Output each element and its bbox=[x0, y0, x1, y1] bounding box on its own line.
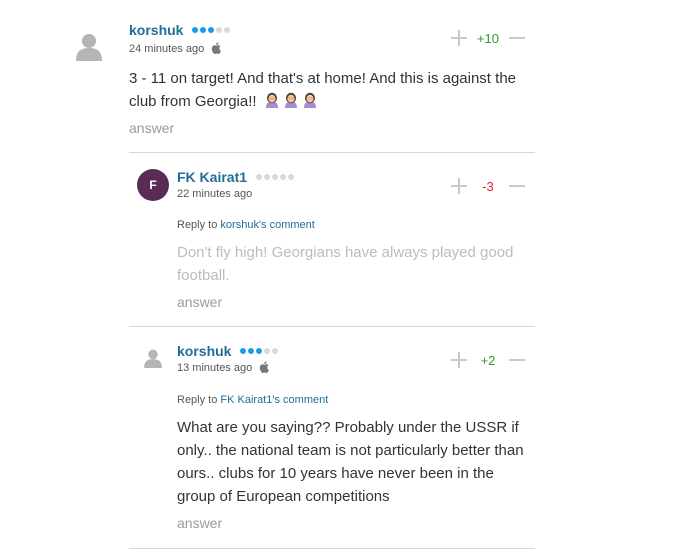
woman-facepalming-emoji-icon bbox=[284, 92, 297, 108]
upvote-button[interactable] bbox=[451, 352, 467, 368]
username-text[interactable]: korshuk bbox=[177, 343, 231, 359]
upvote-button[interactable] bbox=[451, 30, 467, 46]
username-link[interactable]: FK Kairat1 bbox=[177, 169, 294, 185]
divider bbox=[129, 326, 535, 327]
avatar-placeholder-icon[interactable] bbox=[144, 349, 162, 368]
upvote-button[interactable] bbox=[451, 178, 467, 194]
answer-link[interactable]: answer bbox=[177, 294, 222, 310]
user-rank-dots bbox=[192, 27, 231, 34]
vote-controls: -3 bbox=[451, 176, 525, 196]
answer-link[interactable]: answer bbox=[129, 120, 174, 136]
reply-to-line: Reply to korshuk's comment bbox=[177, 219, 315, 231]
reply-to-link[interactable]: korshuk's comment bbox=[220, 219, 314, 231]
avatar[interactable]: F bbox=[137, 169, 169, 201]
comment-body: 3 - 11 on target! And that's at home! An… bbox=[129, 70, 516, 110]
vote-score: +2 bbox=[480, 352, 496, 368]
apple-icon bbox=[212, 42, 222, 55]
apple-icon bbox=[260, 361, 270, 374]
divider bbox=[129, 152, 535, 153]
comment-timestamp: 13 minutes ago bbox=[177, 361, 270, 374]
user-rank-dots bbox=[255, 174, 294, 181]
downvote-button[interactable] bbox=[509, 30, 525, 46]
comment-body: Don't fly high! Georgians have always pl… bbox=[177, 244, 514, 284]
downvote-button[interactable] bbox=[509, 178, 525, 194]
vote-score: +10 bbox=[476, 30, 500, 46]
avatar-placeholder-icon[interactable] bbox=[76, 33, 102, 61]
user-rank-dots bbox=[240, 348, 279, 355]
downvote-button[interactable] bbox=[509, 352, 525, 368]
woman-facepalming-emoji-icon bbox=[265, 92, 278, 108]
comment-timestamp: 24 minutes ago bbox=[129, 42, 222, 55]
vote-controls: +2 bbox=[451, 350, 525, 370]
reply-to-line: Reply to FK Kairat1's comment bbox=[177, 394, 329, 406]
username-text[interactable]: korshuk bbox=[129, 22, 183, 38]
username-link[interactable]: korshuk bbox=[177, 343, 279, 359]
answer-link[interactable]: answer bbox=[177, 515, 222, 531]
username-link[interactable]: korshuk bbox=[129, 22, 231, 38]
username-text[interactable]: FK Kairat1 bbox=[177, 169, 247, 185]
comment-body: What are you saying?? Probably under the… bbox=[177, 419, 524, 505]
woman-facepalming-emoji-icon bbox=[303, 92, 316, 108]
reply-to-link[interactable]: FK Kairat1's comment bbox=[220, 394, 328, 406]
vote-score: -3 bbox=[482, 178, 494, 194]
comment-timestamp: 22 minutes ago bbox=[177, 188, 253, 200]
vote-controls: +10 bbox=[451, 28, 525, 48]
divider bbox=[129, 548, 535, 549]
